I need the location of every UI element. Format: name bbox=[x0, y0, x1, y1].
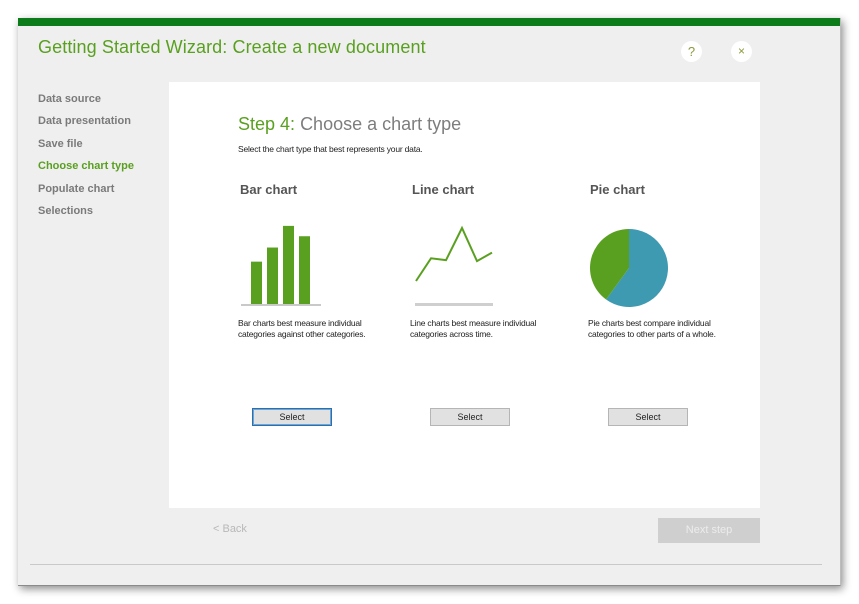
sidebar-item-data-presentation[interactable]: Data presentation bbox=[38, 113, 134, 135]
option-description: Pie charts best compare individual categ… bbox=[588, 318, 716, 339]
chart-option-pie: Pie chart Pie charts best compare indivi… bbox=[588, 182, 739, 426]
option-description: Line charts best measure individual cate… bbox=[410, 318, 537, 339]
bar-mark bbox=[251, 261, 262, 304]
chart-option-line: Line chart Line charts best measure indi… bbox=[410, 182, 561, 426]
title-accent-bar bbox=[18, 18, 840, 26]
option-description: Bar charts best measure individual categ… bbox=[238, 318, 366, 339]
help-button[interactable]: ? bbox=[681, 41, 702, 62]
back-button[interactable]: < Back bbox=[213, 523, 247, 535]
baseline bbox=[241, 304, 321, 306]
line-series bbox=[415, 225, 493, 282]
content-panel: Step 4: Choose a chart type Select the c… bbox=[169, 82, 760, 508]
sidebar-item-save-file[interactable]: Save file bbox=[38, 136, 134, 158]
select-pie-chart-button[interactable]: Select bbox=[608, 408, 688, 426]
footer-divider bbox=[30, 564, 822, 565]
select-bar-chart-button[interactable]: Select bbox=[252, 408, 332, 426]
option-title: Pie chart bbox=[590, 182, 645, 197]
sidebar-item-choose-chart-type[interactable]: Choose chart type bbox=[38, 158, 134, 180]
bar-chart-icon bbox=[241, 225, 321, 306]
page-title: Step 4: Choose a chart type bbox=[238, 114, 461, 135]
chart-option-bar: Bar chart Bar charts best measure indivi… bbox=[238, 182, 389, 426]
next-step-button[interactable]: Next step bbox=[658, 518, 760, 543]
pie-chart-icon bbox=[590, 229, 668, 307]
bar-mark bbox=[283, 225, 294, 304]
bar-mark bbox=[299, 236, 310, 304]
close-button[interactable]: × bbox=[731, 41, 752, 62]
option-title: Line chart bbox=[412, 182, 475, 197]
step-title: Choose a chart type bbox=[300, 114, 462, 134]
instruction-text: Select the chart type that best represen… bbox=[238, 144, 423, 154]
close-icon: × bbox=[737, 44, 745, 58]
line-chart-icon bbox=[415, 225, 493, 306]
window-title: Getting Started Wizard: Create a new doc… bbox=[38, 37, 426, 57]
baseline bbox=[415, 303, 493, 306]
sidebar-item-populate-chart[interactable]: Populate chart bbox=[38, 181, 134, 203]
bar-mark bbox=[267, 247, 278, 304]
sidebar-item-selections[interactable]: Selections bbox=[38, 203, 134, 225]
wizard-steps-nav: Data source Data presentation Save file … bbox=[38, 91, 134, 225]
option-title: Bar chart bbox=[240, 182, 298, 197]
wizard-window: Getting Started Wizard: Create a new doc… bbox=[18, 18, 841, 586]
select-line-chart-button[interactable]: Select bbox=[430, 408, 510, 426]
help-icon: ? bbox=[687, 44, 696, 59]
step-number: Step 4: bbox=[238, 114, 296, 134]
sidebar-item-data-source[interactable]: Data source bbox=[38, 91, 134, 113]
